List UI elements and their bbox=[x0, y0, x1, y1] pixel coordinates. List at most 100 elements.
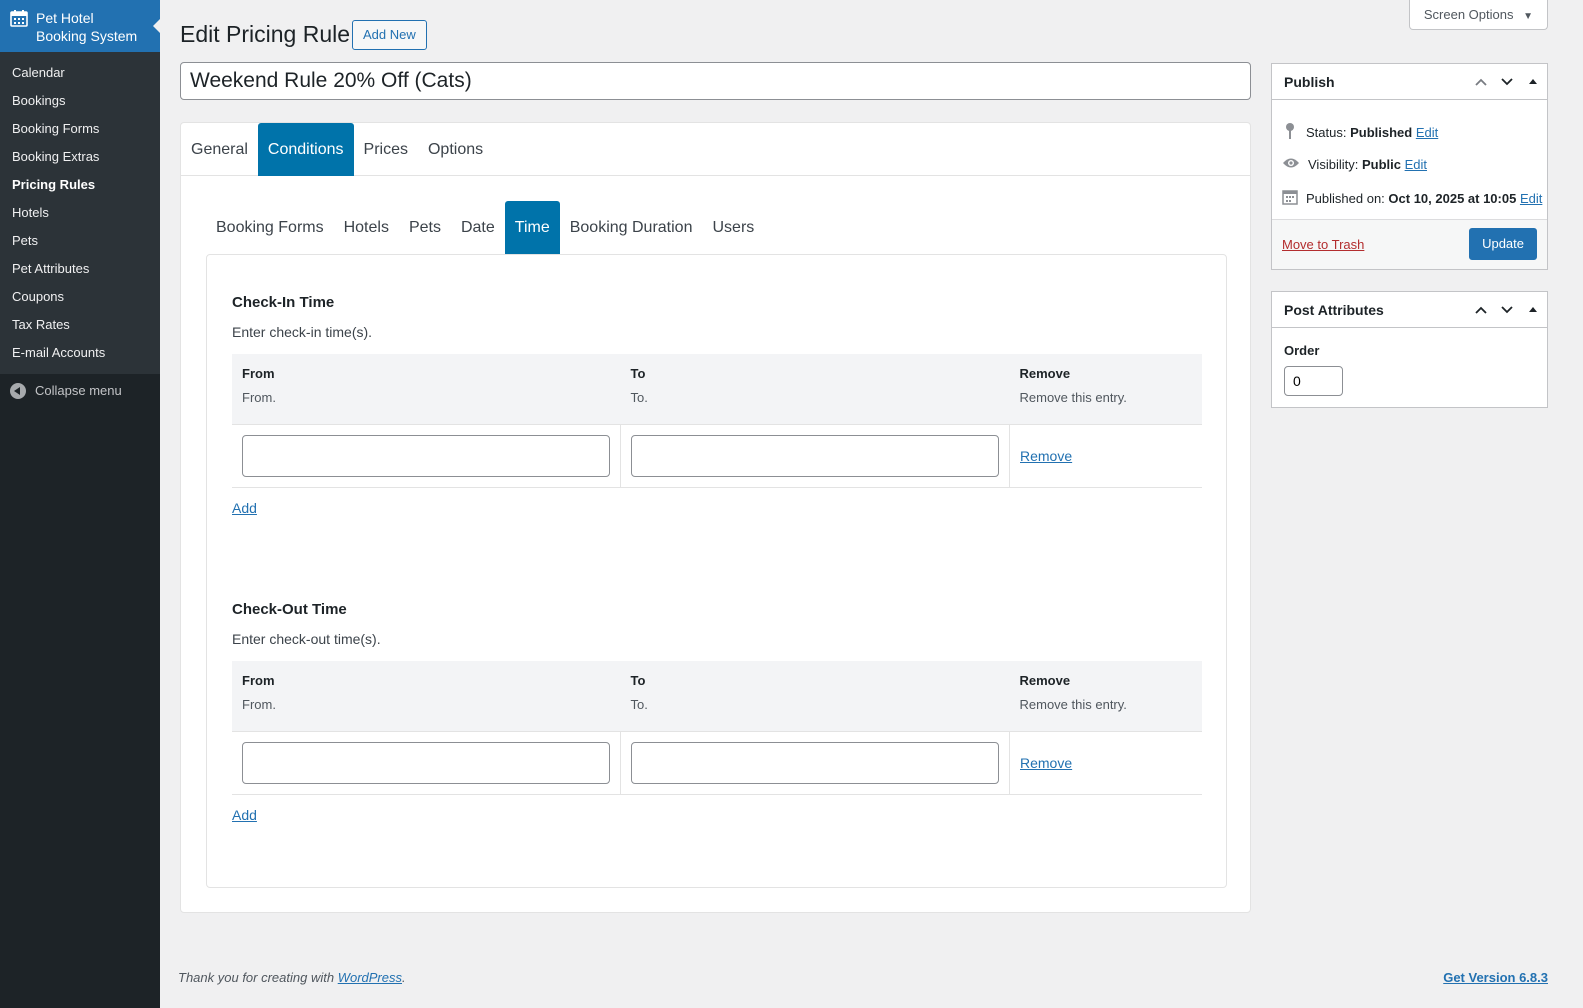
post-attributes-box: Post Attributes Order bbox=[1271, 291, 1548, 408]
post-title-input[interactable] bbox=[180, 62, 1251, 100]
sidebar-item-booking-extras[interactable]: Booking Extras bbox=[0, 143, 160, 171]
wordpress-link[interactable]: WordPress bbox=[338, 970, 402, 985]
move-up-icon[interactable] bbox=[1473, 302, 1489, 318]
column-header-to: To To. bbox=[620, 661, 1010, 731]
publish-box: Publish Status: Published Edit Visibilit… bbox=[1271, 63, 1548, 270]
main-tabs: General Conditions Prices Options bbox=[181, 123, 1250, 176]
brand-line-1: Pet Hotel bbox=[36, 10, 94, 26]
column-header-remove: Remove Remove this entry. bbox=[1009, 354, 1202, 424]
checkout-from-input[interactable] bbox=[242, 741, 610, 784]
checkin-from-input[interactable] bbox=[242, 434, 610, 477]
brand-line-2: Booking System bbox=[36, 28, 138, 44]
move-up-icon[interactable] bbox=[1473, 74, 1489, 90]
sidebar-brand[interactable]: Pet Hotel Booking System bbox=[0, 0, 161, 52]
tab-prices[interactable]: Prices bbox=[354, 123, 418, 176]
publish-header: Publish bbox=[1272, 64, 1547, 100]
order-label: Order bbox=[1284, 343, 1320, 358]
checkin-description: Enter check-in time(s). bbox=[232, 324, 373, 340]
checkin-section: Check-In Time Enter check-in time(s). Fr… bbox=[232, 293, 1202, 573]
published-label: Published on: bbox=[1306, 191, 1385, 206]
sidebar-item-hotels[interactable]: Hotels bbox=[0, 199, 160, 227]
time-conditions-panel: Check-In Time Enter check-in time(s). Fr… bbox=[206, 254, 1227, 888]
triangle-down-icon: ▼ bbox=[1523, 11, 1533, 22]
sidebar-item-tax-rates[interactable]: Tax Rates bbox=[0, 311, 160, 339]
column-header-from: From From. bbox=[232, 354, 621, 424]
sidebar-item-bookings[interactable]: Bookings bbox=[0, 87, 160, 115]
pin-icon bbox=[1282, 122, 1298, 143]
toggle-panel-icon[interactable] bbox=[1525, 302, 1541, 318]
move-to-trash-link[interactable]: Move to Trash bbox=[1282, 237, 1364, 252]
collapse-label: Collapse menu bbox=[35, 383, 122, 398]
status-row: Status: Published Edit bbox=[1282, 122, 1438, 143]
checkin-title: Check-In Time bbox=[232, 294, 335, 311]
checkout-table: From From. To To. Remove Remove this ent… bbox=[232, 661, 1202, 795]
column-header-from: From From. bbox=[232, 661, 621, 731]
attributes-header: Post Attributes bbox=[1272, 292, 1547, 328]
checkin-table: From From. To To. Remove Remove this ent… bbox=[232, 354, 1202, 488]
pricing-rule-panel: General Conditions Prices Options Bookin… bbox=[180, 122, 1251, 913]
tab-options[interactable]: Options bbox=[418, 123, 493, 176]
checkout-to-input[interactable] bbox=[631, 741, 999, 784]
checkin-add-link[interactable]: Add bbox=[232, 500, 257, 516]
sidebar-item-email-accounts[interactable]: E-mail Accounts bbox=[0, 339, 160, 367]
tab-general[interactable]: General bbox=[181, 123, 258, 176]
add-new-button[interactable]: Add New bbox=[352, 20, 427, 50]
footer-thanks: Thank you for creating with WordPress. bbox=[178, 970, 406, 985]
publish-title: Publish bbox=[1284, 73, 1335, 90]
calendar-icon bbox=[10, 9, 28, 31]
column-header-to: To To. bbox=[620, 354, 1010, 424]
attributes-title: Post Attributes bbox=[1284, 301, 1384, 318]
screen-options-button[interactable]: Screen Options ▼ bbox=[1408, 0, 1548, 30]
publish-actions: Move to Trash Update bbox=[1272, 219, 1547, 269]
checkout-description: Enter check-out time(s). bbox=[232, 631, 381, 647]
table-row: Remove bbox=[232, 423, 1202, 488]
checkout-remove-link[interactable]: Remove bbox=[1020, 755, 1072, 771]
subtab-hotels[interactable]: Hotels bbox=[334, 201, 399, 254]
get-version-link[interactable]: Get Version 6.8.3 bbox=[1443, 970, 1548, 985]
checkin-to-input[interactable] bbox=[631, 434, 999, 477]
tab-conditions[interactable]: Conditions bbox=[257, 123, 354, 176]
sidebar-item-pet-attributes[interactable]: Pet Attributes bbox=[0, 255, 160, 283]
calendar-icon bbox=[1282, 189, 1298, 208]
subtab-booking-duration[interactable]: Booking Duration bbox=[560, 201, 703, 254]
table-row: Remove bbox=[232, 730, 1202, 795]
status-label: Status: bbox=[1306, 125, 1347, 140]
sidebar-item-calendar[interactable]: Calendar bbox=[0, 59, 160, 87]
sidebar-item-pets[interactable]: Pets bbox=[0, 227, 160, 255]
edit-visibility-link[interactable]: Edit bbox=[1405, 157, 1427, 172]
column-header-remove: Remove Remove this entry. bbox=[1009, 661, 1202, 731]
checkout-add-link[interactable]: Add bbox=[232, 807, 257, 823]
edit-date-link[interactable]: Edit bbox=[1520, 191, 1542, 206]
collapse-menu-button[interactable]: Collapse menu bbox=[0, 374, 160, 408]
status-value: Published bbox=[1350, 125, 1413, 140]
order-input[interactable] bbox=[1284, 366, 1343, 396]
visibility-row: Visibility: Public Edit bbox=[1282, 156, 1427, 173]
condition-tabs: Booking Forms Hotels Pets Date Time Book… bbox=[206, 201, 764, 254]
submenu: Calendar Bookings Booking Forms Booking … bbox=[0, 52, 160, 374]
sidebar-item-coupons[interactable]: Coupons bbox=[0, 283, 160, 311]
subtab-pets[interactable]: Pets bbox=[399, 201, 451, 254]
subtab-booking-forms[interactable]: Booking Forms bbox=[206, 201, 334, 254]
toggle-panel-icon[interactable] bbox=[1525, 74, 1541, 90]
update-button[interactable]: Update bbox=[1469, 228, 1537, 260]
screen-options-label: Screen Options bbox=[1423, 7, 1514, 22]
subtab-date[interactable]: Date bbox=[451, 201, 505, 254]
published-on-row: Published on: Oct 10, 2025 at 10:05 Edit bbox=[1282, 189, 1542, 208]
page-title: Edit Pricing Rule bbox=[180, 21, 351, 47]
move-down-icon[interactable] bbox=[1499, 302, 1515, 318]
subtab-users[interactable]: Users bbox=[702, 201, 764, 254]
move-down-icon[interactable] bbox=[1499, 74, 1515, 90]
checkout-title: Check-Out Time bbox=[232, 601, 347, 618]
sidebar-item-pricing-rules[interactable]: Pricing Rules bbox=[0, 171, 160, 199]
subtab-time[interactable]: Time bbox=[504, 201, 560, 254]
visibility-value: Public bbox=[1361, 157, 1401, 172]
checkin-remove-link[interactable]: Remove bbox=[1020, 448, 1072, 464]
current-menu-arrow bbox=[153, 18, 161, 34]
collapse-icon bbox=[10, 383, 26, 399]
admin-sidebar: Pet Hotel Booking System Calendar Bookin… bbox=[0, 0, 161, 1008]
visibility-label: Visibility: bbox=[1308, 157, 1359, 172]
eye-icon bbox=[1282, 156, 1300, 173]
sidebar-item-booking-forms[interactable]: Booking Forms bbox=[0, 115, 160, 143]
edit-status-link[interactable]: Edit bbox=[1416, 125, 1438, 140]
published-value: Oct 10, 2025 at 10:05 bbox=[1388, 191, 1517, 206]
